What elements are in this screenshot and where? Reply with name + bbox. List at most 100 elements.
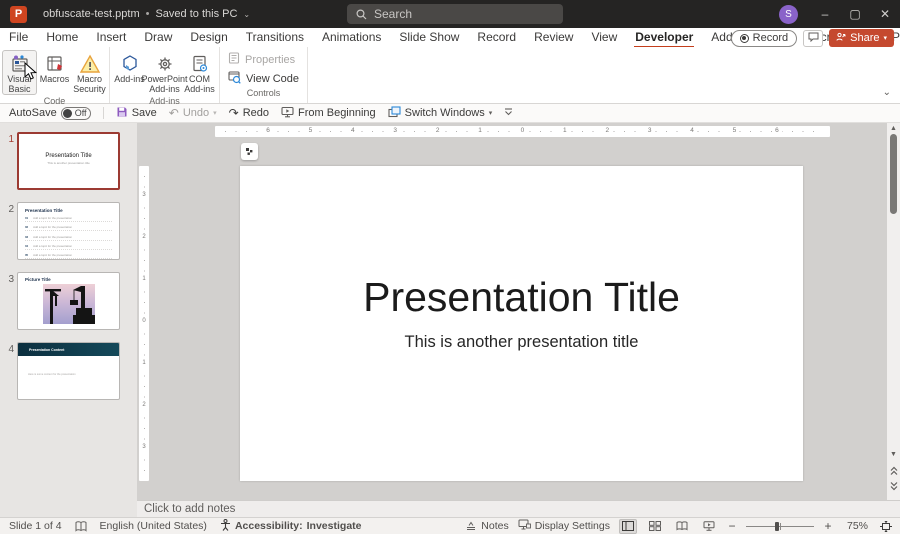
com-add-ins-icon bbox=[190, 53, 210, 75]
switch-windows-button[interactable]: Switch Windows ▾ bbox=[388, 106, 493, 121]
thumb-title: Presentation Content bbox=[29, 348, 64, 352]
slide-canvas-area: 6 5 4 3 2 1 0 1 2 3 4 5 6 3 2 1 bbox=[137, 123, 900, 500]
tab-animations[interactable]: Animations bbox=[313, 28, 390, 47]
vertical-ruler: 3 2 1 0 1 2 3 bbox=[139, 166, 149, 481]
tab-file[interactable]: File bbox=[0, 28, 37, 47]
powerpoint-window: P obfuscate-test.pptm • Saved to this PC… bbox=[0, 0, 900, 534]
zoom-in-button[interactable]: + bbox=[823, 519, 833, 533]
record-button[interactable]: Record bbox=[731, 30, 797, 47]
ribbon-tab-strip: File Home Insert Draw Design Transitions… bbox=[0, 28, 900, 47]
normal-view-button[interactable] bbox=[619, 519, 637, 534]
notes-placeholder[interactable]: Click to add notes bbox=[144, 503, 235, 515]
tab-design[interactable]: Design bbox=[181, 28, 236, 47]
group-label-controls: Controls bbox=[222, 87, 305, 100]
slide-thumbnail-panel: 1 Presentation Title This is another pre… bbox=[0, 123, 137, 517]
macro-security-icon bbox=[79, 53, 101, 75]
slide-editor[interactable]: Presentation Title This is another prese… bbox=[240, 166, 803, 481]
reading-view-button[interactable] bbox=[673, 519, 691, 534]
macros-button[interactable]: Macros bbox=[37, 50, 72, 86]
powerpoint-add-ins-button[interactable]: PowerPoint Add-ins bbox=[147, 50, 182, 95]
item-text: Add a topic for the presentation bbox=[33, 244, 72, 248]
chevron-down-icon: ▾ bbox=[883, 34, 887, 42]
from-beginning-button[interactable]: From Beginning bbox=[281, 106, 376, 121]
save-button[interactable]: Save bbox=[116, 106, 157, 121]
tab-record[interactable]: Record bbox=[468, 28, 525, 47]
tab-slide-show[interactable]: Slide Show bbox=[390, 28, 468, 47]
canvas-object-icon[interactable] bbox=[241, 143, 258, 160]
redo-button[interactable]: ↷ Redo bbox=[229, 106, 269, 120]
zoom-slider-thumb[interactable] bbox=[775, 522, 779, 531]
slide-indicator: Slide 1 of 4 bbox=[9, 520, 62, 532]
minimize-button[interactable]: – bbox=[810, 0, 840, 28]
next-slide-button[interactable] bbox=[888, 479, 899, 492]
properties-icon bbox=[228, 52, 240, 67]
document-title[interactable]: obfuscate-test.pptm • Saved to this PC ⌄ bbox=[43, 8, 250, 20]
zoom-level[interactable]: 75% bbox=[842, 520, 868, 532]
slideshow-view-button[interactable] bbox=[700, 519, 718, 534]
tab-transitions[interactable]: Transitions bbox=[237, 28, 313, 47]
collapse-ribbon-chevron-icon[interactable]: ⌄ bbox=[883, 87, 891, 98]
search-icon bbox=[356, 9, 367, 20]
macros-icon bbox=[45, 53, 65, 75]
thumbnail-preview[interactable]: Presentation Title 01Add a topic for the… bbox=[17, 202, 120, 260]
slide-sorter-view-button[interactable] bbox=[646, 519, 664, 534]
chevron-down-icon: ⌄ bbox=[243, 10, 250, 19]
notes-pane[interactable]: Click to add notes bbox=[137, 500, 900, 517]
autosave-toggle-switch[interactable]: Off bbox=[61, 107, 91, 120]
switch-windows-icon bbox=[388, 106, 401, 121]
visual-basic-button[interactable]: Visual Basic bbox=[2, 50, 37, 95]
zoom-slider[interactable] bbox=[746, 519, 814, 534]
divider bbox=[103, 107, 104, 119]
slide-thumbnail-1[interactable]: 1 Presentation Title This is another pre… bbox=[0, 132, 137, 190]
thumbnail-preview[interactable]: Presentation Title This is another prese… bbox=[17, 132, 120, 190]
avatar[interactable]: S bbox=[779, 5, 798, 24]
slide-thumbnail-4[interactable]: 4 Presentation Content Here is some cont… bbox=[0, 342, 137, 400]
saved-status: Saved to this PC bbox=[155, 8, 237, 20]
com-add-ins-button[interactable]: COM Add-ins bbox=[182, 50, 217, 95]
search-input[interactable]: Search bbox=[347, 4, 563, 24]
slide-thumbnail-2[interactable]: 2 Presentation Title 01Add a topic for t… bbox=[0, 202, 137, 260]
slide-thumbnail-3[interactable]: 3 Picture Title bbox=[0, 272, 137, 330]
record-icon bbox=[740, 34, 749, 43]
vertical-scrollbar[interactable]: ▲ ▼ bbox=[887, 123, 900, 500]
customize-qat-button[interactable] bbox=[504, 107, 513, 119]
tab-draw[interactable]: Draw bbox=[135, 28, 181, 47]
thumbnail-preview[interactable]: Picture Title bbox=[17, 272, 120, 330]
scroll-up-icon[interactable]: ▲ bbox=[887, 125, 900, 132]
status-bar: Slide 1 of 4 English (United States) Acc… bbox=[0, 517, 900, 534]
scroll-down-icon[interactable]: ▼ bbox=[887, 451, 900, 458]
spell-check-button[interactable] bbox=[75, 521, 87, 532]
ruler-number: 2 bbox=[139, 402, 149, 408]
zoom-out-button[interactable]: − bbox=[727, 519, 737, 533]
titlebar: P obfuscate-test.pptm • Saved to this PC… bbox=[0, 0, 900, 28]
ruler-number: 2 bbox=[139, 234, 149, 240]
display-settings-button[interactable]: Display Settings bbox=[518, 519, 610, 533]
ruler-number: 6 bbox=[263, 127, 273, 134]
thumbnail-preview[interactable]: Presentation Content Here is some conten… bbox=[17, 342, 120, 400]
previous-slide-button[interactable] bbox=[888, 464, 899, 477]
ruler-number: 3 bbox=[139, 444, 149, 450]
macro-security-button[interactable]: Macro Security bbox=[72, 50, 107, 95]
view-code-button[interactable]: View Code bbox=[228, 71, 299, 87]
tab-review[interactable]: Review bbox=[525, 28, 582, 47]
share-button[interactable]: Share ▾ bbox=[829, 29, 894, 47]
tab-developer[interactable]: Developer bbox=[626, 28, 702, 47]
scrollbar-thumb[interactable] bbox=[890, 134, 897, 214]
notes-toggle-button[interactable]: Notes bbox=[465, 519, 508, 533]
slide-title-text[interactable]: Presentation Title bbox=[363, 274, 680, 321]
language-indicator[interactable]: English (United States) bbox=[100, 520, 207, 532]
close-button[interactable]: ✕ bbox=[870, 0, 900, 28]
ruler-number: 4 bbox=[348, 127, 358, 134]
slide-subtitle-text[interactable]: This is another presentation title bbox=[405, 333, 639, 352]
accessibility-status[interactable]: Accessibility: Investigate bbox=[220, 519, 362, 534]
fit-to-window-button[interactable] bbox=[877, 519, 895, 534]
tab-view[interactable]: View bbox=[582, 28, 626, 47]
ribbon-developer: Visual Basic Macros Macro Security Code bbox=[0, 47, 900, 104]
tab-insert[interactable]: Insert bbox=[87, 28, 135, 47]
autosave-toggle[interactable]: AutoSave Off bbox=[9, 107, 91, 120]
tab-home[interactable]: Home bbox=[37, 28, 87, 47]
comments-button[interactable] bbox=[803, 30, 823, 47]
thumb-body-text: Here is some content for the presentatio… bbox=[28, 373, 119, 376]
maximize-button[interactable]: ▢ bbox=[840, 0, 870, 28]
ruler-number: 1 bbox=[560, 127, 570, 134]
